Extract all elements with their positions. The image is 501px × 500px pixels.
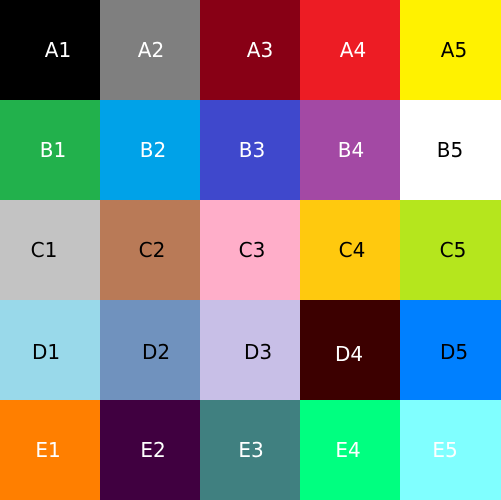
swatch-cell: C2: [100, 200, 200, 300]
swatch-cell: A3: [200, 0, 300, 100]
swatch-label: E2: [140, 438, 166, 462]
swatch-label: B2: [139, 138, 167, 162]
swatch-label: C5: [439, 238, 467, 262]
swatch-label: B3: [238, 138, 266, 162]
swatch-label: B1: [39, 138, 67, 162]
swatch-label: C4: [338, 238, 366, 262]
swatch-cell: D4: [300, 300, 400, 400]
swatch-label: C2: [138, 238, 166, 262]
swatch-label: E1: [35, 438, 61, 462]
swatch-cell: D3: [200, 300, 300, 400]
swatch-label: D4: [334, 342, 364, 366]
swatch-cell: C5: [400, 200, 501, 300]
swatch-cell: C1: [0, 200, 100, 300]
swatch-label: B5: [436, 138, 464, 162]
swatch-cell: B1: [0, 100, 100, 200]
swatch-cell: D1: [0, 300, 100, 400]
swatch-cell: B5: [400, 100, 501, 200]
swatch-cell: C4: [300, 200, 400, 300]
swatch-cell: B4: [300, 100, 400, 200]
swatch-label: A5: [440, 38, 468, 62]
swatch-label: E5: [432, 438, 458, 462]
swatch-label: B4: [337, 138, 365, 162]
swatch-cell: A5: [400, 0, 501, 100]
swatch-label: D5: [439, 340, 469, 364]
swatch-cell: A2: [100, 0, 200, 100]
swatch-cell: B3: [200, 100, 300, 200]
swatch-cell: E2: [100, 400, 200, 500]
swatch-label: E3: [238, 438, 264, 462]
swatch-label: D2: [141, 340, 171, 364]
swatch-cell: E4: [300, 400, 400, 500]
swatch-cell: E3: [200, 400, 300, 500]
swatch-cell: A1: [0, 0, 100, 100]
swatch-cell: E1: [0, 400, 100, 500]
swatch-label: A3: [246, 38, 274, 62]
swatch-label: A1: [44, 38, 72, 62]
color-swatch-grid: A1 A2 A3 A4 A5 B1 B2 B3 B4 B5 C1 C2 C3 C…: [0, 0, 501, 500]
swatch-label: E4: [335, 438, 361, 462]
swatch-cell: E5: [400, 400, 501, 500]
swatch-label: A2: [137, 38, 165, 62]
swatch-cell: A4: [300, 0, 400, 100]
swatch-cell: C3: [200, 200, 300, 300]
swatch-label: D1: [31, 340, 61, 364]
swatch-label: A4: [339, 38, 367, 62]
swatch-label: C3: [238, 238, 266, 262]
swatch-cell: D5: [400, 300, 501, 400]
swatch-cell: B2: [100, 100, 200, 200]
swatch-label: D3: [243, 340, 273, 364]
swatch-label: C1: [30, 238, 58, 262]
swatch-cell: D2: [100, 300, 200, 400]
